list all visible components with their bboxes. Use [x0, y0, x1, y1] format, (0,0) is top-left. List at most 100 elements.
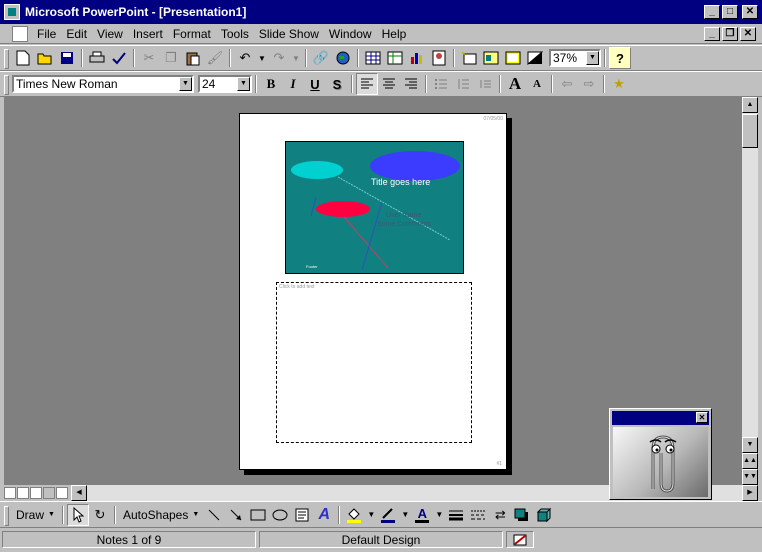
- print-icon[interactable]: [86, 47, 108, 69]
- notes-page-view-icon[interactable]: [43, 487, 55, 499]
- menu-edit[interactable]: Edit: [61, 27, 92, 41]
- close-button[interactable]: ✕: [742, 5, 758, 19]
- free-rotate-icon[interactable]: ↻: [89, 504, 111, 526]
- autoshapes-menu-button[interactable]: AutoShapes ▼: [119, 504, 203, 526]
- clippy-paperclip-icon[interactable]: [613, 427, 708, 497]
- line-color-icon[interactable]: [377, 504, 399, 526]
- menu-window[interactable]: Window: [324, 27, 377, 41]
- menu-format[interactable]: Format: [168, 27, 216, 41]
- copy-icon[interactable]: ❐: [160, 47, 182, 69]
- text-box-icon[interactable]: [291, 504, 313, 526]
- font-name-dropdown-icon[interactable]: ▼: [179, 77, 192, 91]
- office-assistant-help-icon[interactable]: ?: [609, 47, 631, 69]
- align-left-icon[interactable]: [356, 73, 378, 95]
- new-icon[interactable]: [12, 47, 34, 69]
- insert-hyperlink-icon[interactable]: 🔗: [310, 47, 332, 69]
- slide-thumbnail[interactable]: Title goes here User Name Some Comments …: [285, 141, 464, 274]
- menu-insert[interactable]: Insert: [128, 27, 168, 41]
- font-color-dropdown-icon[interactable]: ▼: [433, 504, 445, 526]
- rectangle-tool-icon[interactable]: [247, 504, 269, 526]
- spelling-icon[interactable]: [108, 47, 130, 69]
- undo-dropdown-icon[interactable]: ▼: [256, 47, 268, 69]
- align-right-icon[interactable]: [400, 73, 422, 95]
- font-color-button[interactable]: A: [411, 504, 433, 526]
- italic-button[interactable]: I: [282, 73, 304, 95]
- increase-font-size-button[interactable]: A: [504, 73, 526, 95]
- shadow-button[interactable]: S: [326, 73, 348, 95]
- next-slide-icon[interactable]: ▼▼: [742, 469, 758, 485]
- web-toolbar-icon[interactable]: [332, 47, 354, 69]
- new-slide-icon[interactable]: [458, 47, 480, 69]
- fill-color-dropdown-icon[interactable]: ▼: [365, 504, 377, 526]
- insert-word-table-icon[interactable]: [362, 47, 384, 69]
- scroll-down-icon[interactable]: ▼: [742, 437, 758, 453]
- insert-clip-art-icon[interactable]: [428, 47, 450, 69]
- decrease-font-size-button[interactable]: A: [526, 73, 548, 95]
- redo-dropdown-icon[interactable]: ▼: [290, 47, 302, 69]
- paste-icon[interactable]: [182, 47, 204, 69]
- outline-view-icon[interactable]: [17, 487, 29, 499]
- office-assistant-close-icon[interactable]: ✕: [696, 412, 708, 423]
- shadow-style-icon[interactable]: [511, 504, 533, 526]
- menu-slide-show[interactable]: Slide Show: [254, 27, 324, 41]
- underline-button[interactable]: U: [304, 73, 326, 95]
- menu-help[interactable]: Help: [377, 27, 412, 41]
- previous-slide-icon[interactable]: ▲▲: [742, 453, 758, 469]
- select-objects-icon[interactable]: [66, 503, 89, 526]
- dash-style-icon[interactable]: [467, 504, 489, 526]
- format-painter-icon[interactable]: 🖌: [204, 47, 226, 69]
- minimize-button[interactable]: _: [704, 5, 720, 19]
- align-center-icon[interactable]: [378, 73, 400, 95]
- office-assistant-window[interactable]: ✕: [609, 408, 712, 500]
- oval-tool-icon[interactable]: [269, 504, 291, 526]
- document-icon[interactable]: [12, 25, 28, 42]
- animation-effects-icon[interactable]: ★: [608, 73, 630, 95]
- draw-menu-button[interactable]: Draw ▼: [12, 504, 59, 526]
- maximize-button[interactable]: □: [722, 5, 738, 19]
- insert-wordart-icon[interactable]: A: [313, 504, 335, 526]
- line-tool-icon[interactable]: [203, 504, 225, 526]
- slide-show-view-icon[interactable]: [56, 487, 68, 499]
- open-icon[interactable]: [34, 47, 56, 69]
- decrease-paragraph-spacing-icon[interactable]: [474, 73, 496, 95]
- normal-view-icon[interactable]: [4, 487, 16, 499]
- bold-button[interactable]: B: [260, 73, 282, 95]
- font-name-combobox[interactable]: Times New Roman ▼: [12, 75, 194, 93]
- cut-icon[interactable]: ✂: [138, 47, 160, 69]
- menu-file[interactable]: File: [32, 27, 61, 41]
- doc-close-button[interactable]: ✕: [740, 26, 756, 41]
- notes-text-placeholder[interactable]: Click to add text: [276, 282, 472, 443]
- promote-icon[interactable]: ⇦: [556, 73, 578, 95]
- redo-icon[interactable]: ↷: [268, 47, 290, 69]
- line-color-dropdown-icon[interactable]: ▼: [399, 504, 411, 526]
- font-size-combobox[interactable]: 24 ▼: [198, 75, 252, 93]
- undo-icon[interactable]: ↶: [234, 47, 256, 69]
- scroll-thumb[interactable]: [742, 114, 758, 148]
- scroll-left-icon[interactable]: ◀: [71, 485, 87, 501]
- zoom-combobox[interactable]: 37% ▼: [549, 49, 601, 67]
- scroll-up-icon[interactable]: ▲: [742, 97, 758, 113]
- line-style-icon[interactable]: [445, 504, 467, 526]
- spelling-status-icon[interactable]: [506, 531, 534, 548]
- apply-design-icon[interactable]: [502, 47, 524, 69]
- office-assistant-titlebar[interactable]: ✕: [612, 411, 709, 425]
- arrow-style-icon[interactable]: ⇄: [489, 504, 511, 526]
- insert-chart-icon[interactable]: [406, 47, 428, 69]
- powerpoint-app-icon[interactable]: [4, 4, 20, 20]
- zoom-dropdown-icon[interactable]: ▼: [586, 51, 599, 65]
- increase-paragraph-spacing-icon[interactable]: [452, 73, 474, 95]
- slide-layout-icon[interactable]: [480, 47, 502, 69]
- doc-restore-button[interactable]: ❐: [722, 26, 738, 41]
- scroll-right-icon[interactable]: ▶: [742, 485, 758, 501]
- demote-icon[interactable]: ⇨: [578, 73, 600, 95]
- doc-minimize-button[interactable]: _: [704, 26, 720, 41]
- font-size-dropdown-icon[interactable]: ▼: [237, 77, 250, 91]
- arrow-tool-icon[interactable]: [225, 504, 247, 526]
- insert-excel-worksheet-icon[interactable]: [384, 47, 406, 69]
- menu-tools[interactable]: Tools: [216, 27, 254, 41]
- slide-sorter-view-icon[interactable]: [30, 487, 42, 499]
- bullets-icon[interactable]: [430, 73, 452, 95]
- 3d-style-icon[interactable]: [533, 504, 555, 526]
- vertical-scrollbar[interactable]: ▲ ▼ ▲▲ ▼▼: [742, 97, 758, 485]
- fill-color-icon[interactable]: [343, 504, 365, 526]
